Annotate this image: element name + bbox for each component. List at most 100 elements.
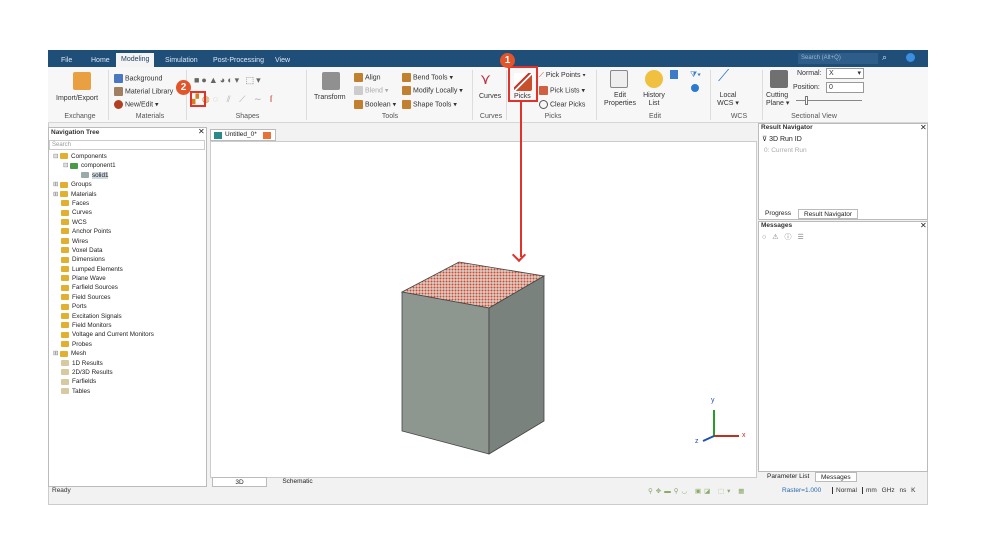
close-icon[interactable]: ✕ [198,127,205,136]
units-status[interactable]: mm GHz ns K [862,487,916,494]
tab-post-processing[interactable]: Post-Processing [208,54,269,67]
view-toolbar-icons[interactable]: ⚲✥▬⚲◡ ▣◪ ⬚▾ ▦ [648,487,747,495]
tree: ⊟ Components ⊟ component1 solid1 ⊞ Groups ⊞ … [53,152,203,396]
parameter-icon[interactable]: ⧩▾ [690,70,701,80]
messages-toolbar[interactable]: ○⚠ⓘ☰ [762,232,810,242]
history-list-button[interactable]: History List [640,92,668,108]
label: Voltage and Current Monitors [72,331,154,339]
menu-bar: File Home Modeling Simulation Post-Proce… [48,50,928,67]
current-run-item[interactable]: 0: Current Run [764,147,807,154]
tab-result-navigator[interactable]: Result Navigator [798,209,859,219]
slider-handle[interactable] [805,96,808,105]
info-icon[interactable] [691,84,699,92]
tab-view[interactable]: View [270,54,295,67]
shape-tools-button[interactable]: Shape Tools ▾ [402,100,457,109]
clear-picks-button[interactable]: Clear Picks [539,100,585,109]
normal-select[interactable]: X ▾ [826,68,864,79]
material-library-button[interactable]: Material Library [114,87,173,96]
tab-schematic[interactable]: Schematic [270,477,325,487]
tree-search-input[interactable]: Search [49,140,205,150]
local-wcs-button[interactable]: Local WCS ▾ [714,92,742,108]
tree-item[interactable]: Farfield Sources [53,283,203,292]
tab-home[interactable]: Home [86,54,115,67]
pick-points-button[interactable]: ⟋ Pick Points ▾ [539,72,586,80]
label: New/Edit [125,101,154,109]
label: Groups [71,181,92,189]
cutting-plane-button[interactable]: Cutting Plane ▾ [766,92,789,108]
tab-file[interactable]: File [56,54,77,67]
tree-item[interactable]: Farfields [53,377,203,386]
pick-lists-button[interactable]: Pick Lists ▾ [539,86,585,95]
folder-icon [61,388,69,395]
3d-viewport[interactable]: y x z [210,141,757,478]
history-list-icon [645,70,663,88]
tree-item[interactable]: Ports [53,302,203,311]
tree-item[interactable]: Faces [53,199,203,208]
close-tab-icon[interactable] [263,132,271,139]
tree-item[interactable]: Anchor Points [53,227,203,236]
tree-item[interactable]: 2D/3D Results [53,368,203,377]
bend-tools-button[interactable]: Bend Tools ▾ [402,73,453,82]
tree-item[interactable]: Wires [53,237,203,246]
transform-button[interactable]: Transform [314,94,346,101]
material-icon [114,100,123,109]
shape-primitives[interactable]: ■●▲◕◐▾ ⬚▾ [194,75,263,86]
tab-modeling[interactable]: Modeling [116,53,155,67]
align-button[interactable]: Align [354,73,381,82]
mode-status[interactable]: Normal [832,487,857,494]
tab-simulation[interactable]: Simulation [160,54,203,67]
folder-icon [61,219,69,226]
import-export-button[interactable]: Import/Export [56,95,98,102]
new-edit-button[interactable]: New/Edit ▾ [114,100,158,109]
tree-item[interactable]: Probes [53,340,203,349]
unit: K [911,487,916,494]
calculator-icon[interactable] [670,70,678,79]
tree-item[interactable]: ⊞ Materials [53,190,203,199]
modify-locally-button[interactable]: Modify Locally ▾ [402,86,463,95]
tree-item[interactable]: Voxel Data [53,246,203,255]
tab-messages[interactable]: Messages [815,472,857,482]
tree-item[interactable]: Field Monitors [53,321,203,330]
tree-item[interactable]: Dimensions [53,255,203,264]
tree-item[interactable]: ⊟ Components [53,152,203,161]
tree-item[interactable]: Field Sources [53,293,203,302]
tree-item[interactable]: solid1 [53,171,203,180]
tab-3d[interactable]: 3D [212,477,267,487]
run-id-filter[interactable]: ⊽ 3D Run ID [762,135,802,143]
tab-progress[interactable]: Progress [760,209,796,219]
cube-model[interactable] [211,142,758,479]
position-input[interactable]: 0 [826,82,864,93]
tree-item[interactable]: Excitation Signals [53,312,203,321]
label: Ports [72,303,87,311]
folder-icon [61,237,69,244]
tree-item[interactable]: ⊞ Groups [53,180,203,189]
tab-parameter-list[interactable]: Parameter List [762,472,814,482]
tree-item[interactable]: ⊟ component1 [53,161,203,170]
tree-item[interactable]: 1D Results [53,359,203,368]
label: Wires [72,237,89,245]
edit-properties-button[interactable]: Edit Properties [604,92,636,108]
raster-status[interactable]: Raster=1.000 [782,487,821,494]
background-button[interactable]: Background [114,74,162,83]
document-tab[interactable]: Untitled_0* [210,129,276,141]
help-icon[interactable] [906,53,915,62]
tree-item[interactable]: Curves [53,208,203,217]
close-icon[interactable]: ✕ [920,123,927,132]
tree-item[interactable]: Plane Wave [53,274,203,283]
tree-item[interactable]: Voltage and Current Monitors [53,330,203,339]
tree-item[interactable]: ⊞ Mesh [53,349,203,358]
tree-item[interactable]: WCS [53,218,203,227]
tree-item[interactable]: Tables [53,387,203,396]
label: Materials [71,190,97,198]
label: 1D Results [72,359,103,367]
curves-button[interactable]: Curves [479,93,501,100]
tree-item[interactable]: Lumped Elements [53,265,203,274]
blend-button[interactable]: Blend ▾ [354,86,388,95]
axes-indicator [702,410,739,442]
search-input[interactable]: Search (Alt+Q) [798,53,878,64]
folder-icon [61,312,69,319]
close-icon[interactable]: ✕ [920,221,927,230]
boolean-button[interactable]: Boolean ▾ [354,100,396,109]
label: WCS [72,218,87,226]
search-icon[interactable]: ⌕ [882,52,887,63]
